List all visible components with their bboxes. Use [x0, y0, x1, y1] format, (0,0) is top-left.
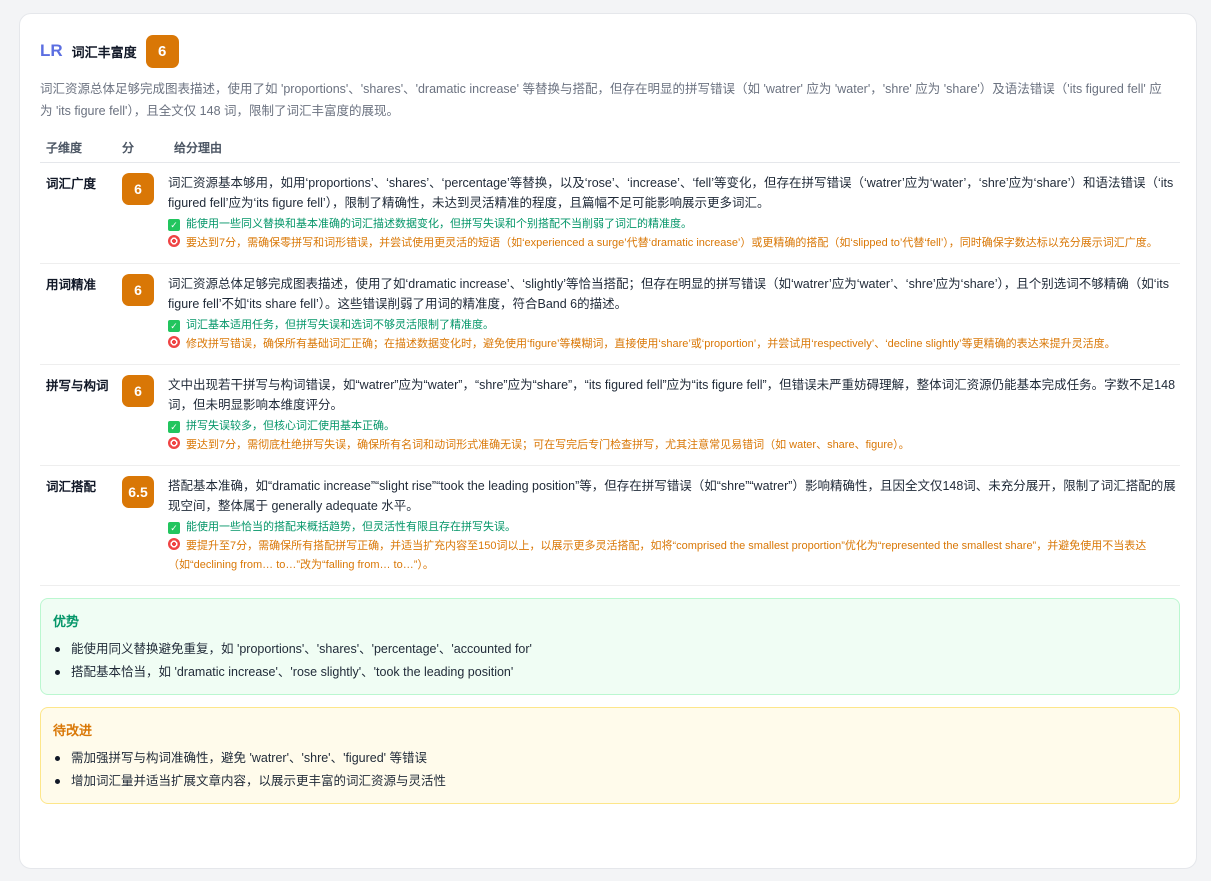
improvements-title: 待改进	[53, 722, 93, 738]
improvements-list: 需加强拼写与构词准确性，避免 'watrer'、'shre'、'figured'…	[53, 747, 1167, 793]
row-dimension: 拼写与构词	[40, 364, 116, 466]
row-dimension: 用词精准	[40, 263, 116, 365]
row-reason: 词汇资源总体足够完成图表描述，使用了如‘dramatic increase’、‘…	[168, 276, 1170, 311]
check-box-icon: ✓	[168, 420, 180, 433]
list-item: 增加词汇量并适当扩展文章内容，以展示更丰富的词汇资源与灵活性	[53, 770, 1167, 793]
check-box-icon: ✓	[168, 319, 180, 332]
target-icon	[168, 436, 180, 449]
row-score-badge: 6	[122, 172, 154, 205]
row-strength-note: ✓ 词汇基本适用任务，但拼写失误和选词不够灵活限制了精准度。	[168, 316, 1178, 335]
table-row: 词汇搭配 6.5 搭配基本准确，如“dramatic increase”“sli…	[40, 465, 1180, 586]
row-reason: 文中出现若干拼写与构词错误，如“watrer”应为“water”，“shre”应…	[168, 377, 1176, 412]
row-improvement-tip: 要提升至7分，需确保所有搭配拼写正确，并适当扩充内容至150词以上，以展示更多灵…	[168, 537, 1147, 571]
row-score-badge: 6	[122, 273, 154, 306]
check-box-icon: ✓	[168, 521, 180, 534]
criterion-score-badge: 6	[145, 34, 179, 68]
row-strength-note: ✓ 能使用一些恰当的搭配来概括趋势，但灵活性有限且存在拼写失误。	[168, 518, 1178, 537]
row-score-badge: 6.5	[122, 475, 154, 508]
row-dimension: 词汇搭配	[40, 465, 116, 586]
row-reason: 搭配基本准确，如“dramatic increase”“slight rise”…	[168, 478, 1176, 513]
table-row: 词汇广度 6 词汇资源基本够用，如用‘proportions’、‘shares’…	[40, 162, 1180, 264]
row-dimension: 词汇广度	[40, 162, 116, 264]
header-dimension: 子维度	[40, 133, 116, 163]
check-box-icon: ✓	[168, 218, 180, 231]
row-improvement-tip: 要达到7分，需彻底杜绝拼写失误，确保所有名词和动词形式准确无误；可在写完后专门检…	[168, 436, 1178, 455]
criterion-summary: 词汇资源总体足够完成图表描述，使用了如 'proportions'、'share…	[40, 82, 1162, 118]
row-reason: 词汇资源基本够用，如用‘proportions’、‘shares’、‘perce…	[168, 175, 1174, 210]
row-improvement-tip: 修改拼写错误，确保所有基础词汇正确；在描述数据变化时，避免使用‘figure’等…	[168, 335, 1178, 354]
list-item: 能使用同义替换避免重复，如 'proportions'、'shares'、'pe…	[53, 638, 1167, 661]
table-header-row: 子维度 分 给分理由	[40, 133, 1180, 163]
row-strength-note: ✓ 能使用一些同义替换和基本准确的词汇描述数据变化，但拼写失误和个别搭配不当削弱了…	[168, 215, 1178, 234]
row-score-badge: 6	[122, 374, 154, 407]
table-row: 拼写与构词 6 文中出现若干拼写与构词错误，如“watrer”应为“water”…	[40, 364, 1180, 466]
header-reason: 给分理由	[168, 133, 1180, 163]
target-icon	[168, 335, 180, 348]
sub-dimension-table: 子维度 分 给分理由 词汇广度 6 词汇资源基本够用，如用‘proportion…	[40, 133, 1180, 586]
criterion-code: LR	[40, 41, 63, 60]
strengths-title: 优势	[53, 613, 80, 629]
criterion-title: 词汇丰富度	[71, 44, 137, 60]
list-item: 搭配基本恰当，如 'dramatic increase'、'rose sligh…	[53, 661, 1167, 684]
target-icon	[168, 234, 180, 247]
row-improvement-tip: 要达到7分，需确保零拼写和词形错误，并尝试使用更灵活的短语（如‘experien…	[168, 234, 1178, 253]
lr-criterion-card: LR 词汇丰富度 6 词汇资源总体足够完成图表描述，使用了如 'proporti…	[19, 13, 1197, 869]
improvements-box: 待改进 需加强拼写与构词准确性，避免 'watrer'、'shre'、'figu…	[40, 706, 1180, 804]
table-row: 用词精准 6 词汇资源总体足够完成图表描述，使用了如‘dramatic incr…	[40, 263, 1180, 365]
target-icon	[168, 537, 180, 550]
strengths-box: 优势 能使用同义替换避免重复，如 'proportions'、'shares'、…	[40, 597, 1180, 695]
row-strength-note: ✓ 拼写失误较多，但核心词汇使用基本正确。	[168, 417, 1178, 436]
list-item: 需加强拼写与构词准确性，避免 'watrer'、'shre'、'figured'…	[53, 747, 1167, 770]
header-score: 分	[116, 133, 168, 163]
criterion-header: LR 词汇丰富度 6	[40, 34, 1176, 68]
strengths-list: 能使用同义替换避免重复，如 'proportions'、'shares'、'pe…	[53, 638, 1167, 684]
